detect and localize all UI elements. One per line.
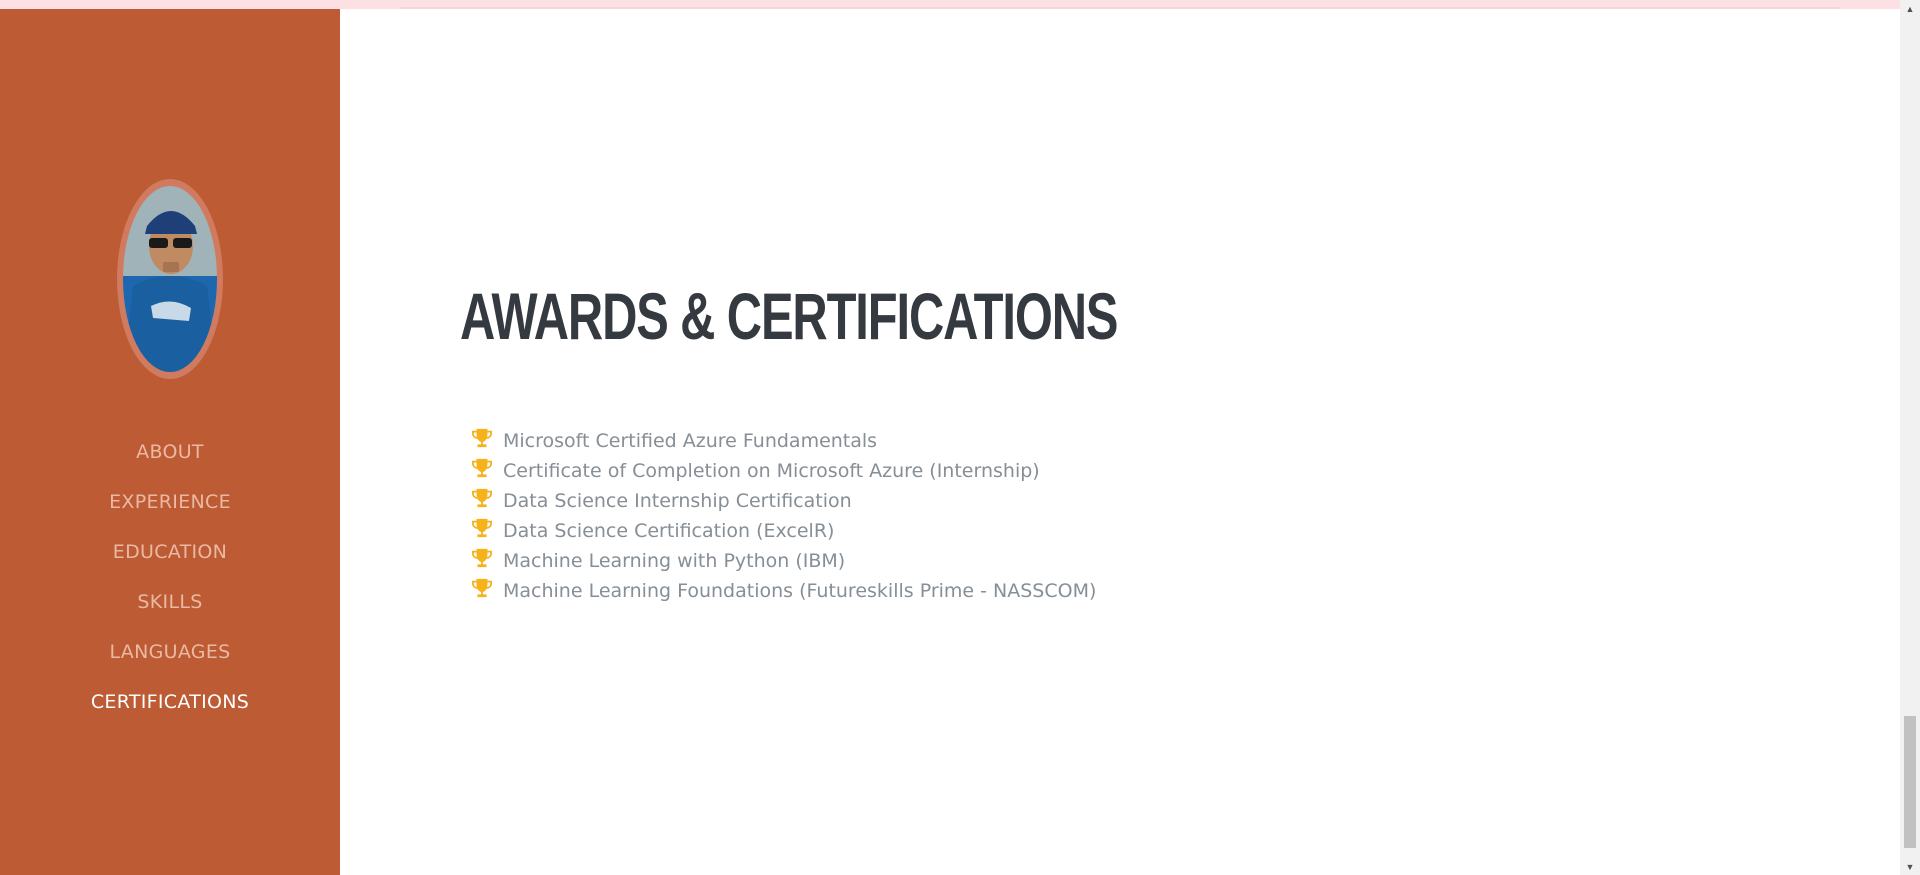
certification-text: Data Science Internship Certification xyxy=(503,490,852,512)
certification-text: Certificate of Completion on Microsoft A… xyxy=(503,460,1040,482)
trophy-icon xyxy=(472,458,492,478)
trophy-icon xyxy=(472,428,492,448)
nav-link-experience[interactable]: Experience xyxy=(109,491,231,513)
top-edge-line xyxy=(400,7,1840,9)
certification-text: Microsoft Certified Azure Fundamentals xyxy=(503,430,878,452)
nav-link-skills[interactable]: Skills xyxy=(137,591,202,613)
nav-item-certifications: Certifications xyxy=(0,677,340,727)
nav-link-about[interactable]: About xyxy=(136,441,204,463)
avatar xyxy=(123,186,217,372)
certification-item: Certificate of Completion on Microsoft A… xyxy=(471,456,1096,486)
certification-text: Data Science Certification (ExcelR) xyxy=(503,520,835,542)
scrollbar-thumb[interactable] xyxy=(1904,716,1916,848)
trophy-icon xyxy=(472,518,492,538)
certification-item: Machine Learning Foundations (Futureskil… xyxy=(471,576,1096,606)
nav-link-certifications[interactable]: Certifications xyxy=(91,691,249,713)
scroll-down-arrow-icon[interactable]: ▼ xyxy=(1900,858,1920,875)
sidebar: About Experience Education Skills Langua… xyxy=(0,9,340,875)
certification-text: Machine Learning Foundations (Futureskil… xyxy=(503,580,1097,602)
avatar-photo xyxy=(123,186,217,372)
nav-item-skills: Skills xyxy=(0,577,340,627)
certification-item: Data Science Certification (ExcelR) xyxy=(471,516,1096,546)
trophy-icon xyxy=(472,578,492,598)
nav-link-languages[interactable]: Languages xyxy=(109,641,230,663)
nav-item-languages: Languages xyxy=(0,627,340,677)
nav-item-education: Education xyxy=(0,527,340,577)
sidebar-nav: About Experience Education Skills Langua… xyxy=(0,427,340,727)
avatar-frame xyxy=(117,179,223,379)
certification-item: Machine Learning with Python (IBM) xyxy=(471,546,1096,576)
nav-item-experience: Experience xyxy=(0,477,340,527)
scroll-up-arrow-icon[interactable]: ▲ xyxy=(1900,0,1920,17)
certification-item: Data Science Internship Certification xyxy=(471,486,1096,516)
certification-text: Machine Learning with Python (IBM) xyxy=(503,550,846,572)
nav-item-about: About xyxy=(0,427,340,477)
trophy-icon xyxy=(472,548,492,568)
certification-item: Microsoft Certified Azure Fundamentals xyxy=(471,426,1096,456)
section-heading: Awards & Certifications xyxy=(460,279,1118,353)
certification-list: Microsoft Certified Azure Fundamentals C… xyxy=(471,426,1096,606)
page-viewport: About Experience Education Skills Langua… xyxy=(0,0,1920,875)
nav-link-education[interactable]: Education xyxy=(113,541,227,563)
trophy-icon xyxy=(472,488,492,508)
vertical-scrollbar[interactable]: ▲ ▼ xyxy=(1900,0,1920,875)
